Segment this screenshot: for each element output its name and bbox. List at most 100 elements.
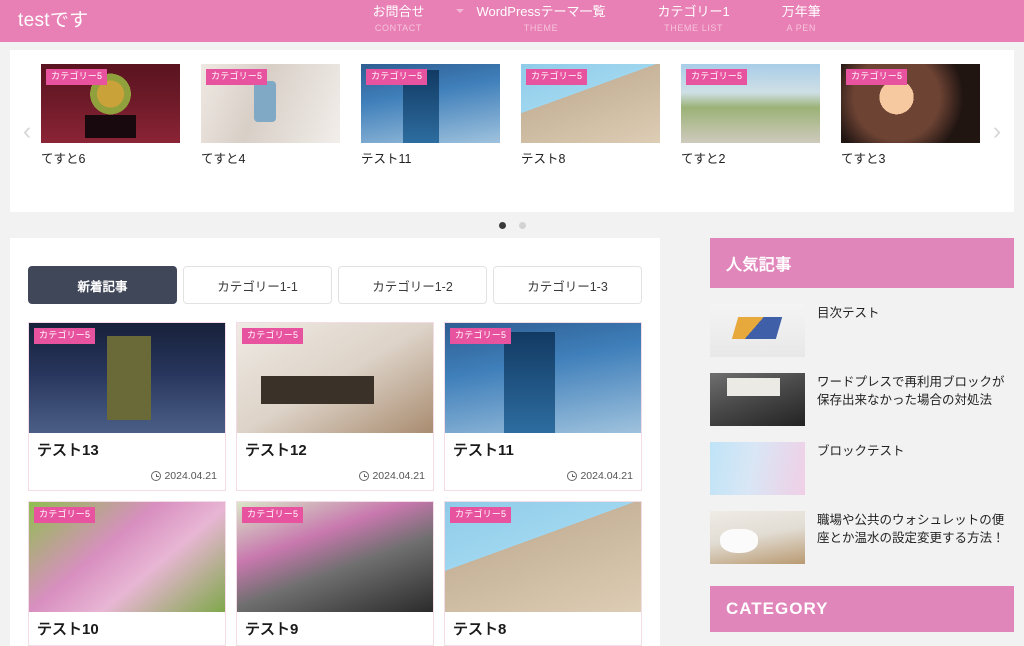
category-badge[interactable]: カテゴリー5 [686,69,748,85]
category-badge[interactable]: カテゴリー5 [34,328,96,344]
featured-carousel: ‹ › カテゴリー5 てすと6 カテゴリー5 てすと4 カテゴリー5 テスト11… [0,50,1024,238]
carousel-track: カテゴリー5 てすと6 カテゴリー5 てすと4 カテゴリー5 テスト11 カテゴ… [10,50,1014,167]
article-card[interactable]: カテゴリー5 テスト13 2024.04.21 [28,322,226,491]
article-thumbnail: カテゴリー5 [237,502,433,612]
widget-heading-category: CATEGORY [710,586,1014,632]
article-date: 2024.04.21 [237,460,433,484]
chevron-down-icon [456,9,465,13]
carousel-pagination [0,212,1024,238]
article-thumbnail: カテゴリー5 [29,323,225,433]
nav-item-label-jp: お問合せ [372,4,425,19]
carousel-thumbnail: カテゴリー5 [41,64,180,143]
article-title: テスト12 [245,442,307,459]
article-title: テスト10 [37,621,99,638]
tab-category-1-1[interactable]: カテゴリー1-1 [183,266,332,304]
carousel-thumbnail: カテゴリー5 [201,64,340,143]
tab-category-1-3[interactable]: カテゴリー1-3 [493,266,642,304]
carousel-dot-1[interactable] [498,222,506,229]
article-date-text: 2024.04.21 [164,470,217,482]
popular-post-thumbnail [710,373,805,426]
article-thumbnail: カテゴリー5 [237,323,433,433]
carousel-thumbnail: カテゴリー5 [521,64,660,143]
carousel-slide-title: てすと3 [841,152,886,166]
clock-icon [567,471,578,481]
widget-category: CATEGORY [710,586,1014,632]
category-badge[interactable]: カテゴリー5 [366,69,428,85]
article-card[interactable]: カテゴリー5 テスト11 2024.04.21 [444,322,642,491]
article-card[interactable]: カテゴリー5 テスト10 [28,501,226,646]
category-badge[interactable]: カテゴリー5 [242,328,304,344]
popular-post-title: 職場や公共のウォシュレットの便座とか温水の設定変更する方法！ [817,513,1005,546]
popular-post-thumbnail [710,304,805,357]
thumbnail-image [710,442,805,495]
tab-new-articles[interactable]: 新着記事 [28,266,177,304]
carousel-slide[interactable]: カテゴリー5 テスト8 [521,64,660,167]
carousel-dot-2[interactable] [518,222,526,229]
site-title[interactable]: testです [0,0,88,42]
popular-post-thumbnail [710,511,805,564]
article-thumbnail: カテゴリー5 [445,323,641,433]
nav-item-label-en: A PEN [786,23,817,33]
tab-category-1-2[interactable]: カテゴリー1-2 [338,266,487,304]
thumbnail-image [710,373,805,426]
carousel-prev-icon[interactable]: ‹ [16,114,38,148]
article-card[interactable]: カテゴリー5 テスト12 2024.04.21 [236,322,434,491]
carousel-slide-title: てすと2 [681,152,726,166]
popular-post-title: ブロックテスト [817,444,905,458]
carousel-slide[interactable]: カテゴリー5 てすと2 [681,64,820,167]
nav-item-a-pen[interactable]: 万年筆 A PEN [756,0,847,34]
carousel-slide[interactable]: カテゴリー5 てすと4 [201,64,340,167]
carousel-panel: ‹ › カテゴリー5 てすと6 カテゴリー5 てすと4 カテゴリー5 テスト11… [10,50,1014,212]
nav-item-theme-list[interactable]: カテゴリー1 THEME LIST [632,0,756,34]
category-badge[interactable]: カテゴリー5 [242,507,304,523]
widget-heading-popular: 人気記事 [710,238,1014,288]
carousel-slide-title: テスト8 [521,152,566,166]
nav-item-contact[interactable]: お問合せ CONTACT [346,0,450,34]
clock-icon [151,471,162,481]
article-tab-bar: 新着記事 カテゴリー1-1 カテゴリー1-2 カテゴリー1-3 [28,266,642,304]
article-thumbnail: カテゴリー5 [29,502,225,612]
article-card[interactable]: カテゴリー5 テスト9 [236,501,434,646]
main-content: 新着記事 カテゴリー1-1 カテゴリー1-2 カテゴリー1-3 カテゴリー5 テ… [10,238,660,646]
nav-item-label-jp: WordPressテーマ一覧 [476,4,606,19]
article-title: テスト9 [245,621,299,638]
carousel-thumbnail: カテゴリー5 [841,64,980,143]
article-date: 2024.04.21 [445,460,641,484]
popular-post-thumbnail [710,442,805,495]
category-badge[interactable]: カテゴリー5 [846,69,908,85]
popular-post-item[interactable]: ワードプレスで再利用ブロックが保存出来なかった場合の対処法 [710,367,1014,436]
nav-item-label-jp: 万年筆 [781,4,821,19]
category-badge[interactable]: カテゴリー5 [206,69,268,85]
category-badge[interactable]: カテゴリー5 [526,69,588,85]
popular-post-item[interactable]: ブロックテスト [710,436,1014,505]
carousel-slide[interactable]: カテゴリー5 てすと6 [41,64,180,167]
category-badge[interactable]: カテゴリー5 [34,507,96,523]
site-header: testです お問合せ CONTACT WordPressテーマ一覧 THEME… [0,0,1024,42]
category-badge[interactable]: カテゴリー5 [450,328,512,344]
carousel-slide[interactable]: カテゴリー5 てすと3 [841,64,980,167]
carousel-thumbnail: カテゴリー5 [361,64,500,143]
page-body: 新着記事 カテゴリー1-1 カテゴリー1-2 カテゴリー1-3 カテゴリー5 テ… [0,238,1024,646]
article-date-text: 2024.04.21 [580,470,633,482]
nav-item-theme[interactable]: WordPressテーマ一覧 THEME [450,0,631,34]
carousel-slide-title: てすと4 [201,152,246,166]
category-badge[interactable]: カテゴリー5 [450,507,512,523]
article-card[interactable]: カテゴリー5 テスト8 [444,501,642,646]
carousel-thumbnail: カテゴリー5 [681,64,820,143]
article-grid: カテゴリー5 テスト13 2024.04.21 カテゴリー5 テスト12 202… [28,322,642,646]
nav-item-label-jp: カテゴリー1 [657,4,730,19]
nav-item-label-en: THEME LIST [664,23,724,33]
widget-popular-posts: 人気記事 目次テスト ワードプレスで再利用ブロックが保存出来なかった場合の対処法 [710,238,1014,574]
popular-post-item[interactable]: 職場や公共のウォシュレットの便座とか温水の設定変更する方法！ [710,505,1014,574]
article-thumbnail: カテゴリー5 [445,502,641,612]
sidebar: 人気記事 目次テスト ワードプレスで再利用ブロックが保存出来なかった場合の対処法 [710,238,1014,646]
popular-posts-list: 目次テスト ワードプレスで再利用ブロックが保存出来なかった場合の対処法 ブロック… [710,288,1014,574]
clock-icon [359,471,370,481]
popular-post-item[interactable]: 目次テスト [710,298,1014,367]
carousel-slide-title: てすと6 [41,152,86,166]
category-badge[interactable]: カテゴリー5 [46,69,108,85]
nav-item-label-en: CONTACT [374,23,422,33]
carousel-slide[interactable]: カテゴリー5 テスト11 [361,64,500,167]
thumbnail-image [710,511,805,564]
carousel-next-icon[interactable]: › [986,114,1008,148]
